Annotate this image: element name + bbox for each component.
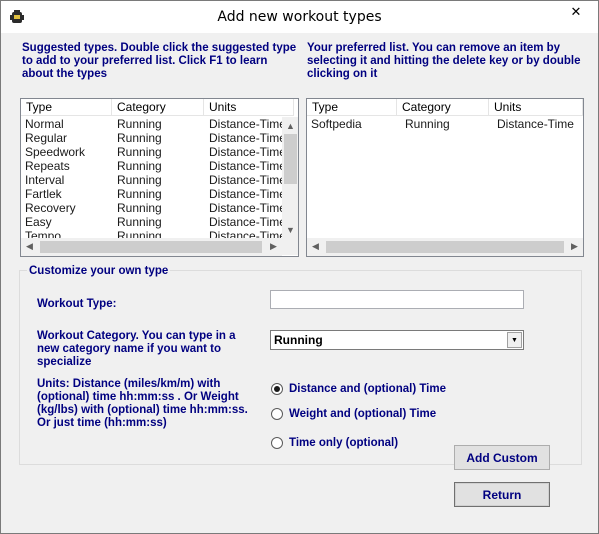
title-bar[interactable]: Add new workout types ✕	[1, 1, 598, 33]
radio-button-checked[interactable]	[271, 383, 283, 395]
units-label: Units: Distance (miles/km/m) with (optio…	[37, 378, 248, 429]
add-workout-types-dialog: Add new workout types ✕ Suggested types.…	[0, 0, 599, 534]
radio-button[interactable]	[271, 437, 283, 449]
type-cell: Regular	[25, 131, 68, 145]
type-cell: Speedwork	[25, 145, 86, 159]
workout-type-input[interactable]	[270, 290, 524, 309]
category-cell: Running	[117, 215, 162, 229]
type-cell: Softpedia	[311, 117, 362, 131]
units-cell: Distance-Time	[209, 215, 285, 229]
type-cell: Easy	[25, 215, 52, 229]
combobox-dropdown-button[interactable]: ▼	[507, 332, 522, 348]
list-row[interactable]: Softpedia Running Distance-Time	[307, 117, 583, 131]
radio-distance-time[interactable]: Distance and (optional) Time	[271, 383, 446, 395]
list-row[interactable]: Normal Running Distance-Time	[21, 117, 285, 131]
scroll-down-arrow[interactable]: ▼	[282, 221, 298, 238]
category-cell: Running	[117, 131, 162, 145]
scroll-thumb[interactable]	[40, 241, 262, 253]
chevron-down-icon: ▼	[511, 336, 518, 344]
window-title: Add new workout types	[217, 9, 382, 25]
column-header-type[interactable]: Type	[307, 99, 397, 116]
type-cell: Recovery	[25, 201, 76, 215]
scroll-left-arrow[interactable]: ◀	[307, 238, 324, 255]
scroll-left-arrow[interactable]: ◀	[21, 238, 38, 255]
units-cell: Distance-Time	[209, 145, 285, 159]
preferred-list-body: Softpedia Running Distance-Time	[307, 117, 583, 131]
suggested-types-list[interactable]: Type Category Units Normal Running Distanc…	[20, 98, 299, 257]
workout-category-combobox[interactable]: Running ▼	[270, 330, 524, 350]
close-button[interactable]: ✕	[553, 1, 599, 23]
scroll-up-arrow[interactable]: ▲	[282, 117, 298, 134]
type-cell: Fartlek	[25, 187, 62, 201]
scroll-thumb[interactable]	[284, 134, 297, 184]
category-cell: Running	[405, 117, 450, 131]
category-cell: Running	[117, 159, 162, 173]
list-row[interactable]: Speedwork Running Distance-Time	[21, 145, 285, 159]
units-cell: Distance-Time	[209, 187, 285, 201]
preferred-horizontal-scrollbar[interactable]: ◀ ▶	[307, 238, 583, 256]
units-cell: Distance-Time	[209, 131, 285, 145]
units-cell: Distance-Time	[209, 201, 285, 215]
units-cell: Distance-Time	[497, 117, 574, 131]
suggested-instructions: Suggested types. Double click the sugges…	[22, 42, 297, 80]
category-cell: Running	[117, 201, 162, 215]
list-row[interactable]: Fartlek Running Distance-Time	[21, 187, 285, 201]
radio-label: Weight and (optional) Time	[289, 408, 437, 420]
preferred-instructions: Your preferred list. You can remove an i…	[307, 42, 581, 80]
list-row[interactable]: Regular Running Distance-Time	[21, 131, 285, 145]
column-header-type[interactable]: Type	[21, 99, 112, 116]
suggested-vertical-scrollbar[interactable]: ▲ ▼	[282, 117, 298, 238]
category-cell: Running	[117, 145, 162, 159]
category-cell: Running	[117, 117, 162, 131]
list-row[interactable]: Recovery Running Distance-Time	[21, 201, 285, 215]
column-header-category[interactable]: Category	[397, 99, 489, 116]
units-cell: Distance-Time	[209, 159, 285, 173]
radio-label: Time only (optional)	[289, 437, 399, 449]
radio-weight-time[interactable]: Weight and (optional) Time	[271, 408, 436, 420]
list-row[interactable]: Repeats Running Distance-Time	[21, 159, 285, 173]
suggested-list-header: Type Category Units	[21, 99, 294, 116]
add-custom-button[interactable]: Add Custom	[454, 445, 550, 470]
preferred-list-header: Type Category Units	[307, 99, 583, 116]
workout-type-label: Workout Type:	[37, 298, 117, 310]
category-cell: Running	[117, 173, 162, 187]
preferred-types-list[interactable]: Type Category Units Softpedia Running Dist…	[306, 98, 584, 257]
suggested-list-body: Normal Running Distance-Time Regular Running…	[21, 117, 285, 243]
radio-button[interactable]	[271, 408, 283, 420]
radio-time-only[interactable]: Time only (optional)	[271, 437, 398, 449]
workout-category-label: Workout Category. You can type in a new …	[37, 330, 236, 368]
workout-category-value: Running	[274, 333, 323, 347]
category-cell: Running	[117, 187, 162, 201]
type-cell: Normal	[25, 117, 64, 131]
column-header-units[interactable]: Units	[204, 99, 294, 116]
type-cell: Interval	[25, 173, 65, 187]
list-row[interactable]: Interval Running Distance-Time	[21, 173, 285, 187]
customize-group-title: Customize your own type	[27, 265, 171, 277]
return-button[interactable]: Return	[454, 482, 550, 507]
type-cell: Repeats	[25, 159, 70, 173]
units-cell: Distance-Time	[209, 117, 285, 131]
suggested-horizontal-scrollbar[interactable]: ◀ ▶	[21, 238, 282, 256]
radio-label: Distance and (optional) Time	[289, 383, 446, 395]
scroll-thumb[interactable]	[326, 241, 564, 253]
column-header-units[interactable]: Units	[489, 99, 583, 116]
scroll-right-arrow[interactable]: ▶	[265, 238, 282, 255]
close-icon: ✕	[570, 4, 582, 19]
units-cell: Distance-Time	[209, 173, 285, 187]
column-header-category[interactable]: Category	[112, 99, 204, 116]
scrollbar-corner	[282, 238, 298, 255]
scroll-right-arrow[interactable]: ▶	[566, 238, 583, 255]
list-row[interactable]: Easy Running Distance-Time	[21, 215, 285, 229]
